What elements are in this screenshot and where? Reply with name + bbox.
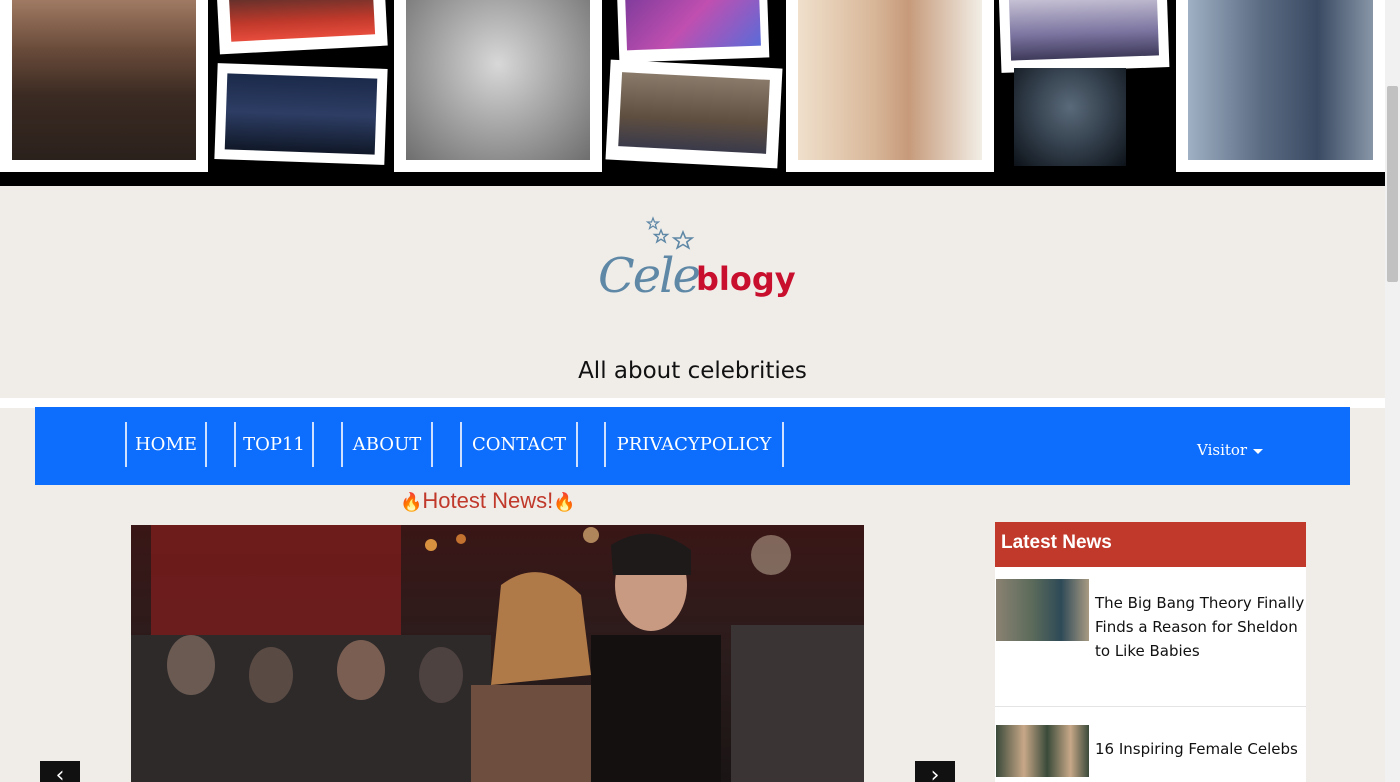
list-item[interactable]: The Big Bang Theory Finally Finds a Reas… bbox=[995, 567, 1306, 707]
site-tagline: All about celebrities bbox=[578, 358, 807, 384]
banner-photo bbox=[998, 0, 1170, 73]
page-scrollbar[interactable] bbox=[1385, 0, 1400, 782]
banner-photo bbox=[605, 59, 783, 169]
banner-photo bbox=[1176, 0, 1385, 172]
caret-down-icon bbox=[1253, 448, 1264, 454]
news-thumbnail[interactable] bbox=[996, 579, 1089, 641]
hotest-news-title: Hotest News! bbox=[422, 488, 554, 513]
list-item[interactable]: 16 Inspiring Female Celebs bbox=[995, 707, 1306, 777]
nav-contact[interactable]: CONTACT bbox=[460, 422, 578, 467]
banner-photo bbox=[214, 63, 388, 165]
nav-about[interactable]: ABOUT bbox=[341, 422, 433, 467]
news-thumbnail[interactable] bbox=[996, 725, 1089, 777]
banner-photo bbox=[1014, 68, 1126, 166]
latest-news-title: Latest News bbox=[995, 522, 1306, 567]
main-navigation: HOME TOP11 ABOUT CONTACT PRIVACYPOLICY V… bbox=[35, 407, 1350, 485]
site-header: Cele blogy All about celebrities bbox=[0, 186, 1385, 398]
banner-edge bbox=[0, 174, 1385, 186]
nav-top11[interactable]: TOP11 bbox=[234, 422, 314, 467]
banner-photo bbox=[394, 0, 602, 172]
logo-blogy-text: blogy bbox=[696, 260, 796, 298]
visitor-label: Visitor bbox=[1197, 441, 1248, 459]
site-logo[interactable]: Cele blogy bbox=[590, 216, 800, 316]
logo-cele-text: Cele bbox=[598, 248, 701, 304]
scrollbar-thumb[interactable] bbox=[1387, 86, 1398, 282]
banner-photo bbox=[786, 0, 994, 172]
nav-privacypolicy[interactable]: PRIVACYPOLICY bbox=[604, 422, 784, 467]
latest-news-sidebar: Latest News The Big Bang Theory Finally … bbox=[995, 522, 1306, 782]
carousel-prev-button[interactable]: ‹ bbox=[40, 761, 80, 782]
visitor-dropdown[interactable]: Visitor bbox=[1197, 441, 1264, 459]
nav-home[interactable]: HOME bbox=[125, 422, 207, 467]
banner-photo bbox=[616, 0, 770, 63]
banner-photo bbox=[0, 0, 208, 172]
news-carousel-image[interactable] bbox=[131, 525, 864, 782]
fire-icon: 🔥 bbox=[553, 492, 576, 512]
banner-photo bbox=[216, 0, 388, 55]
hotest-news-heading: 🔥Hotest News!🔥 bbox=[400, 488, 600, 514]
carousel-next-button[interactable]: › bbox=[915, 761, 955, 782]
celebrity-photo-banner bbox=[0, 0, 1385, 186]
carousel-photo bbox=[131, 525, 864, 782]
fire-icon: 🔥 bbox=[400, 492, 423, 512]
